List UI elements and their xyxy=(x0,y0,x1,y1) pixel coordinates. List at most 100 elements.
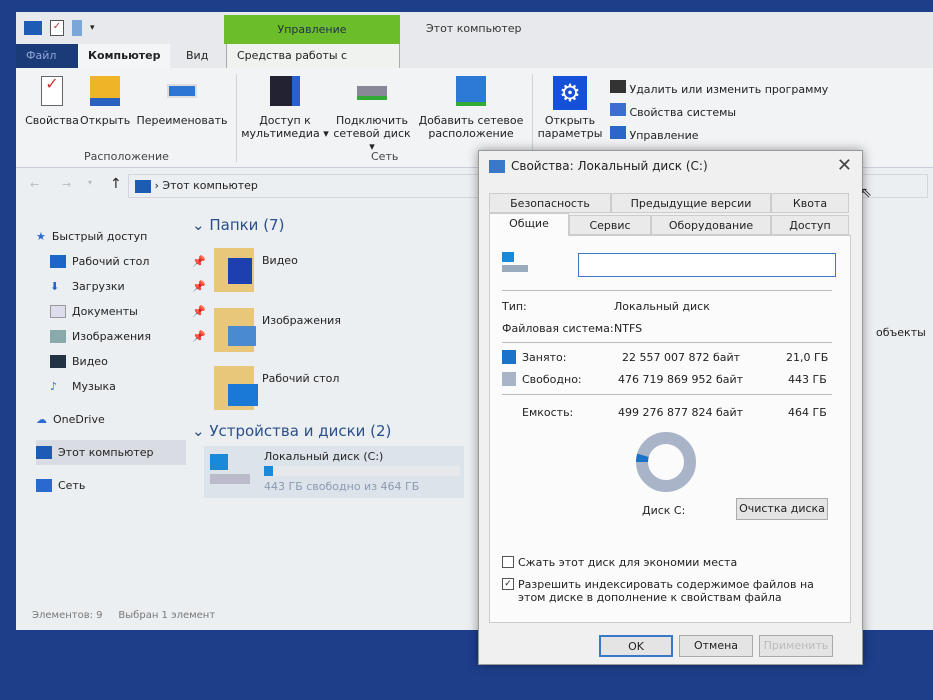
item-count: Элементов: 9 xyxy=(32,610,103,621)
label: Загрузки xyxy=(72,280,125,293)
tab-hardware[interactable]: Оборудование xyxy=(651,215,771,235)
download-icon: ⬇ xyxy=(50,280,60,293)
pin-icon[interactable]: 📌 xyxy=(192,249,206,274)
tab-security[interactable]: Безопасность xyxy=(489,193,611,213)
sidebar-item-music[interactable]: ♪ Музыка xyxy=(36,374,206,399)
windows-drive-icon xyxy=(210,454,250,490)
sidebar-item-documents[interactable]: Документы 📌 xyxy=(36,299,206,324)
recent-dropdown[interactable]: ▾ xyxy=(88,178,92,187)
open-button[interactable]: Открыть xyxy=(80,76,130,127)
system-properties-link[interactable]: Свойства системы xyxy=(610,101,828,124)
free-slice xyxy=(636,432,696,492)
tab-sharing[interactable]: Доступ xyxy=(771,215,849,235)
free-bytes: 476 719 869 952 байт xyxy=(618,373,744,386)
network-location-icon xyxy=(456,76,486,106)
sidebar-this-pc[interactable]: Этот компьютер xyxy=(36,440,186,465)
properties-button[interactable]: ✓ Свойства xyxy=(24,76,80,128)
address-text: Этот компьютер xyxy=(162,179,258,192)
pin-icon[interactable]: 📌 xyxy=(192,299,206,324)
sidebar-item-downloads[interactable]: ⬇ Загрузки 📌 xyxy=(36,274,206,299)
new-folder-icon[interactable] xyxy=(72,20,82,36)
label: Видео xyxy=(72,355,108,368)
label: Рабочий стол xyxy=(72,255,150,268)
open-settings-label: Открыть параметры xyxy=(537,114,603,140)
capacity-bytes: 499 276 877 824 байт xyxy=(618,406,744,419)
back-button[interactable]: ← xyxy=(30,178,39,191)
label: Быстрый доступ xyxy=(51,230,148,243)
cancel-button[interactable]: Отмена xyxy=(679,635,753,657)
drive-icon xyxy=(489,159,505,173)
dialog-title: Свойства: Локальный диск (C:) xyxy=(511,159,708,173)
tab-disk-tools[interactable]: Средства работы с дисками xyxy=(226,44,400,86)
properties-label: Свойства xyxy=(25,114,79,127)
properties-icon[interactable]: ✓ xyxy=(50,20,64,36)
compress-checkbox[interactable] xyxy=(502,556,514,568)
tab-computer[interactable]: Компьютер xyxy=(78,44,170,68)
divider xyxy=(532,74,533,162)
folder-pictures[interactable]: Изображения xyxy=(214,308,414,358)
sidebar-item-pictures[interactable]: Изображения 📌 xyxy=(36,324,206,349)
used-color-swatch xyxy=(502,350,516,364)
divider xyxy=(502,394,832,395)
index-checkbox[interactable]: ✓ xyxy=(502,578,514,590)
pin-icon[interactable]: 📌 xyxy=(192,274,206,299)
index-label: Разрешить индексировать содержимое файло… xyxy=(518,578,814,604)
properties-dialog: Свойства: Локальный диск (C:) ✕ ⇖ Безопа… xyxy=(478,150,872,665)
tab-tools[interactable]: Сервис xyxy=(569,215,651,235)
close-button[interactable]: ✕ xyxy=(837,155,852,176)
index-option[interactable]: ✓ Разрешить индексировать содержимое файл… xyxy=(502,578,822,604)
computer-icon xyxy=(36,446,52,459)
cloud-icon: ☁ xyxy=(36,413,47,426)
divider xyxy=(236,74,237,162)
media-access-label: Доступ к мультимедиа xyxy=(241,114,320,140)
sidebar-quick-access[interactable]: ★ Быстрый доступ xyxy=(36,224,206,249)
rename-icon xyxy=(167,84,197,98)
manage-label: Управление xyxy=(629,129,699,142)
ok-button[interactable]: OK xyxy=(599,635,673,657)
pictures-icon xyxy=(50,330,66,343)
rename-label: Переименовать xyxy=(136,114,228,127)
sidebar-onedrive[interactable]: ☁ OneDrive xyxy=(36,407,206,432)
uninstall-program-link[interactable]: Удалить или изменить программу xyxy=(610,78,828,101)
window-title: Этот компьютер xyxy=(426,22,522,35)
up-button[interactable]: ↑ xyxy=(110,176,122,192)
rename-button[interactable]: Переименовать xyxy=(134,76,230,127)
compress-option[interactable]: Сжать этот диск для экономии места xyxy=(502,556,737,569)
capacity-label: Емкость: xyxy=(522,406,574,419)
sidebar-item-desktop[interactable]: Рабочий стол 📌 xyxy=(36,249,206,274)
pin-icon[interactable]: 📌 xyxy=(192,324,206,349)
sidebar-item-videos[interactable]: Видео xyxy=(36,349,206,374)
partial-label: объекты xyxy=(876,326,926,339)
folder-desktop[interactable]: Рабочий стол xyxy=(214,366,414,416)
disk-cleanup-button[interactable]: Очистка диска xyxy=(736,498,828,520)
navigation-pane: ★ Быстрый доступ Рабочий стол 📌 ⬇ Загрузки 📌… xyxy=(36,224,206,498)
forward-button[interactable]: → xyxy=(62,178,71,191)
used-size: 21,0 ГБ xyxy=(786,351,829,364)
open-settings-button[interactable]: ⚙ Открыть параметры xyxy=(536,76,604,140)
drive-c[interactable]: Локальный диск (C:) 443 ГБ свободно из 4… xyxy=(204,446,464,498)
customize-dropdown-icon[interactable]: ▾ xyxy=(90,23,95,33)
status-bar: Элементов: 9 Выбран 1 элемент xyxy=(32,610,215,621)
devices-header[interactable]: ⌄ Устройства и диски (2) xyxy=(192,422,391,440)
sidebar-network[interactable]: Сеть xyxy=(36,473,206,498)
capacity-size: 464 ГБ xyxy=(788,406,827,419)
used-label: Занято: xyxy=(522,351,567,364)
label: Изображения xyxy=(72,330,151,343)
tab-file[interactable]: Файл xyxy=(16,44,78,68)
tab-previous-versions[interactable]: Предыдущие версии xyxy=(611,193,771,213)
media-access-button[interactable]: Доступ к мультимедиа ▾ xyxy=(240,76,330,140)
tab-general[interactable]: Общие xyxy=(489,213,569,236)
apply-button[interactable]: Применить xyxy=(759,635,833,657)
manage-link[interactable]: Управление xyxy=(610,124,828,147)
folder-videos[interactable]: Видео xyxy=(214,248,414,298)
computer-icon xyxy=(24,21,42,35)
tab-view[interactable]: Вид xyxy=(176,44,218,68)
properties-icon: ✓ xyxy=(41,76,63,106)
map-network-drive-button[interactable]: Подключить сетевой диск ▾ xyxy=(330,76,414,153)
divider xyxy=(502,290,832,291)
tab-quota[interactable]: Квота xyxy=(771,193,849,213)
volume-label-input[interactable] xyxy=(578,253,836,277)
label: Рабочий стол xyxy=(262,372,340,385)
add-network-location-button[interactable]: Добавить сетевое расположение xyxy=(416,76,526,140)
label: OneDrive xyxy=(53,413,105,426)
